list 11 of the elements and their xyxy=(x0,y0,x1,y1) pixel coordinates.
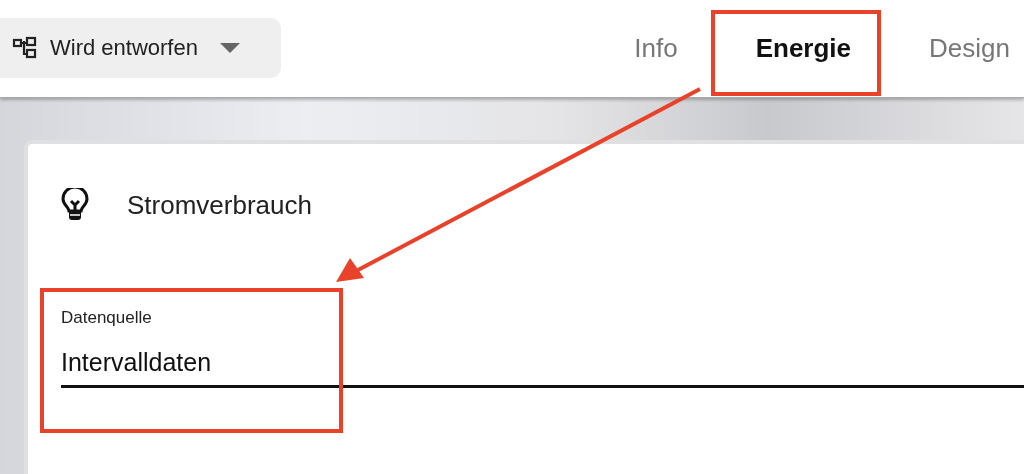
status-dropdown[interactable]: Wird entworfen xyxy=(0,18,281,78)
data-source-field[interactable]: Datenquelle Intervalldaten xyxy=(61,308,1024,388)
lightbulb-icon xyxy=(61,188,89,222)
tab[interactable]: Info xyxy=(634,33,678,64)
field-label: Datenquelle xyxy=(61,308,153,328)
caret-icon xyxy=(219,43,240,53)
hierarchy-icon xyxy=(12,35,38,61)
tab[interactable]: Design xyxy=(929,33,1010,64)
field-value: Intervalldaten xyxy=(61,348,213,377)
tab[interactable]: Energie xyxy=(755,33,852,64)
card-title: Stromverbrauch xyxy=(127,189,312,221)
